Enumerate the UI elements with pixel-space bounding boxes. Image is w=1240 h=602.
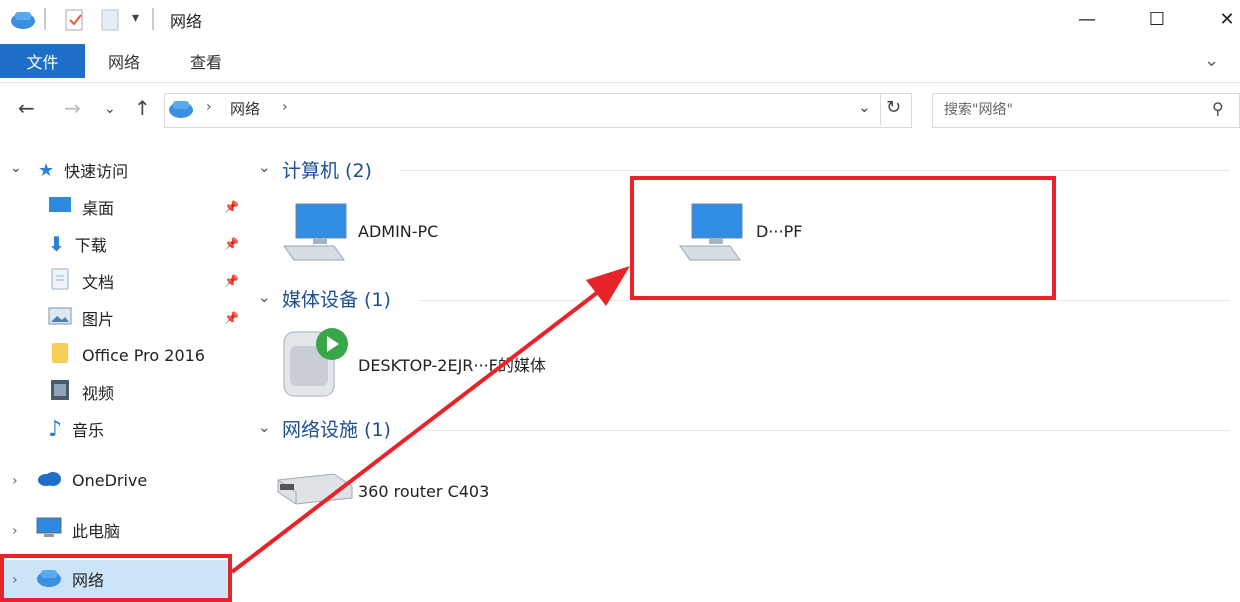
- annotation-arrow: [230, 266, 630, 574]
